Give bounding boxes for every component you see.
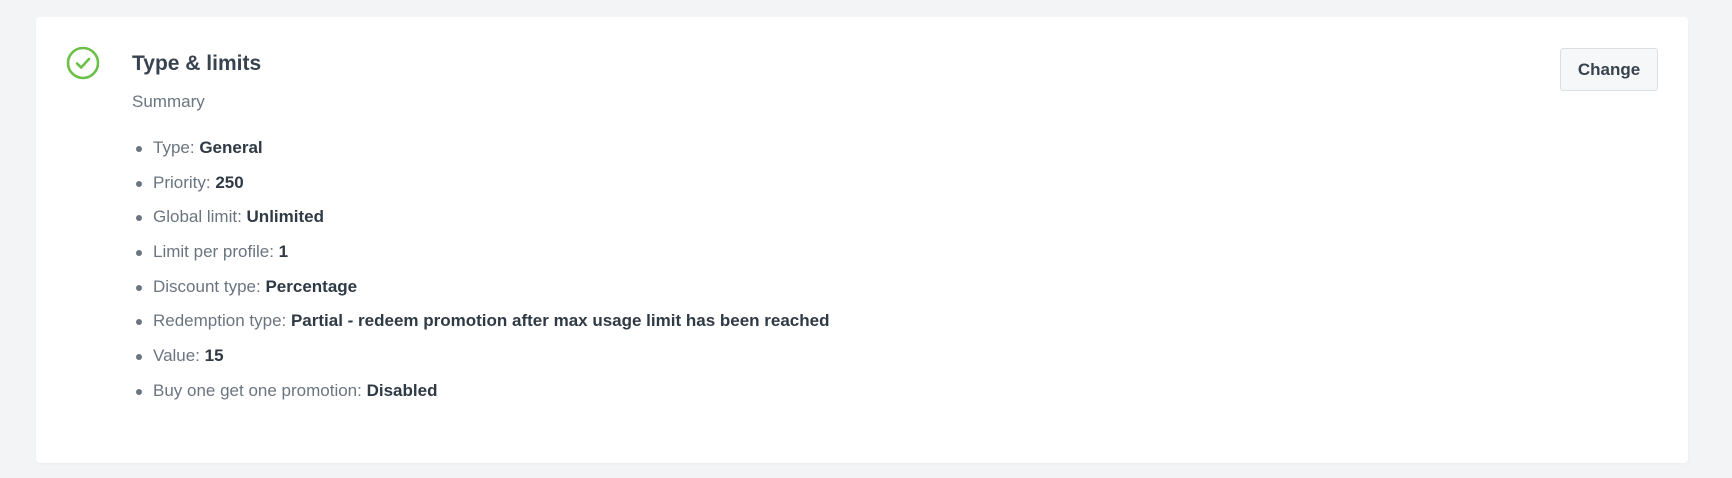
bullet (136, 284, 142, 291)
bullet (136, 319, 142, 326)
bullet (136, 250, 142, 257)
summary-item-label: Global limit: (153, 207, 247, 227)
change-button[interactable]: Change (1560, 48, 1658, 91)
summary-item-bogo: Buy one get one promotion: Disabled (136, 374, 829, 409)
summary-item-value: Disabled (366, 380, 438, 400)
summary-item-value: General (199, 138, 263, 157)
summary-item-label: Limit per profile: (153, 242, 279, 262)
summary-item-value: Percentage (265, 276, 358, 296)
summary-item-label: Discount type: (153, 276, 266, 296)
bullet (136, 180, 142, 187)
summary-item-limit-per-profile: Limit per profile: 1 (136, 235, 829, 270)
check-circle-icon (66, 46, 100, 80)
summary-item-label: Redemption type: (153, 311, 291, 331)
summary-item-label: Value: (153, 346, 205, 366)
summary-item-value: 250 (215, 172, 244, 192)
bullet (136, 354, 142, 361)
summary-item-discount-type: Discount type: Percentage (136, 270, 829, 305)
summary-item-type: Type: General (136, 131, 829, 166)
bullet (136, 388, 142, 395)
bullet (136, 215, 142, 222)
section-subtitle: Summary (132, 92, 205, 111)
type-limits-card: Type & limits Summary Change Type: Gener… (36, 17, 1688, 463)
summary-item-value: 1 (278, 242, 289, 262)
section-title: Type & limits (132, 52, 262, 75)
bullet (136, 146, 142, 152)
summary-item-label: Priority: (153, 172, 216, 192)
summary-item-redemption-type: Redemption type: Partial - redeem promot… (136, 304, 830, 339)
summary-list: Type: General Priority: 250 Global limit… (136, 131, 830, 409)
summary-item-label: Type: (153, 138, 200, 157)
summary-item-label: Buy one get one promotion: (153, 380, 367, 400)
summary-item-value-amount: Value: 15 (136, 339, 829, 374)
summary-item-global-limit: Global limit: Unlimited (136, 200, 829, 235)
summary-item-priority: Priority: 250 (136, 166, 829, 201)
summary-item-value: Partial - redeem promotion after max usa… (290, 311, 830, 331)
summary-item-value: Unlimited (246, 207, 324, 227)
summary-item-value: 15 (204, 346, 224, 366)
